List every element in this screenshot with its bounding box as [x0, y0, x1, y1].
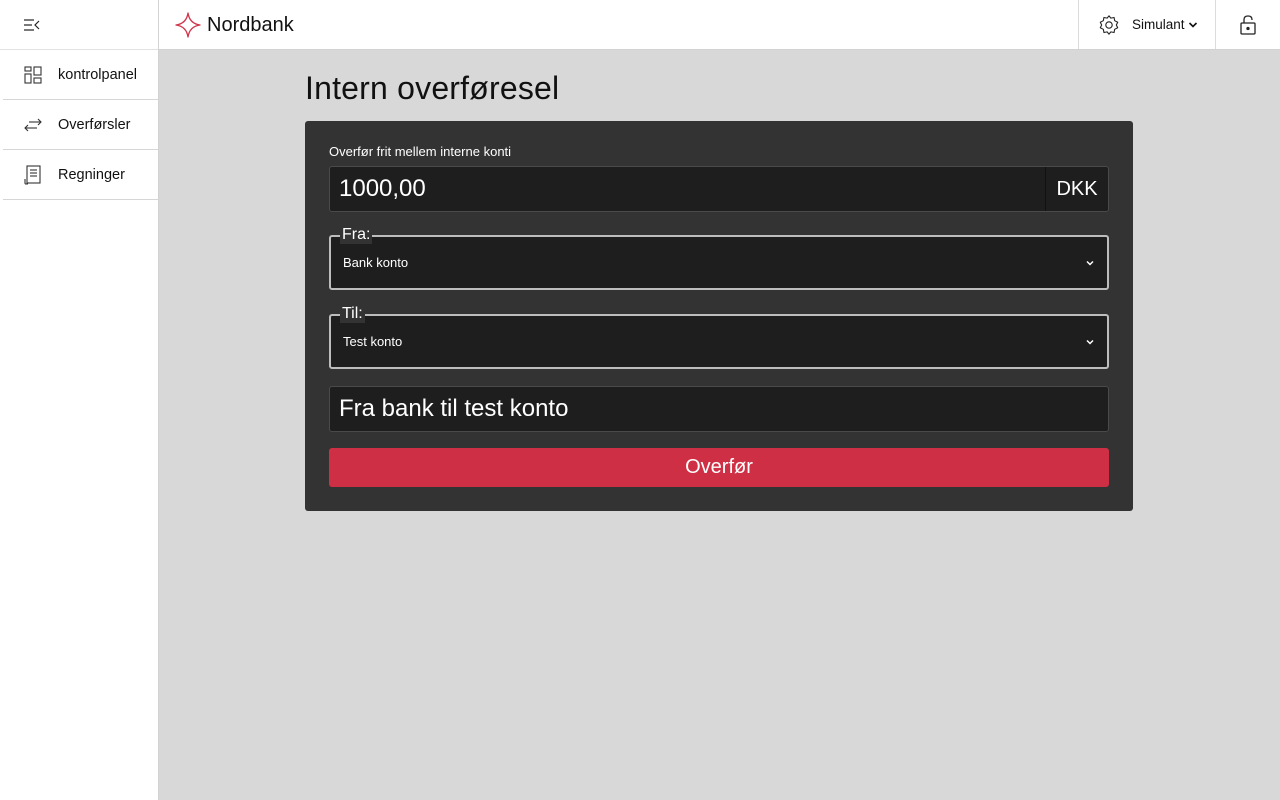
- note-field: [329, 386, 1109, 432]
- user-menu-button[interactable]: Simulant: [1078, 0, 1215, 49]
- gear-icon: [1099, 14, 1119, 35]
- sidebar-item-label: Regninger: [58, 166, 125, 183]
- chevron-down-icon: [1188, 21, 1197, 28]
- user-name: Simulant: [1132, 17, 1185, 32]
- chevron-down-icon: [1086, 339, 1094, 345]
- dashboard-grid-icon: [23, 65, 43, 85]
- sidebar-item-label: Overførsler: [58, 116, 131, 133]
- sidebar: kontrolpanel Overførsler Regninger: [0, 0, 159, 800]
- transfer-arrows-icon: [23, 115, 43, 135]
- receipt-icon: [23, 164, 43, 185]
- collapse-menu-icon: [24, 18, 40, 31]
- transfer-form-panel: Overfør frit mellem interne konti DKK Fr…: [305, 121, 1133, 511]
- amount-input[interactable]: [330, 167, 1045, 211]
- brand[interactable]: Nordbank: [175, 0, 294, 50]
- sidebar-item-overforsler[interactable]: Overførsler: [3, 100, 158, 150]
- amount-field: DKK: [329, 166, 1109, 212]
- sidebar-item-regninger[interactable]: Regninger: [3, 150, 158, 200]
- top-header: Nordbank Simulant: [159, 0, 1280, 50]
- sidebar-item-kontrolpanel[interactable]: kontrolpanel: [3, 50, 158, 100]
- sidebar-toggle-button[interactable]: [0, 0, 158, 50]
- from-selected-value: Bank konto: [343, 255, 409, 270]
- chevron-down-icon: [1086, 260, 1094, 266]
- lock-button[interactable]: [1215, 0, 1280, 49]
- note-input[interactable]: [330, 387, 1108, 431]
- sparkle-star-icon: [175, 12, 201, 38]
- currency-label: DKK: [1045, 167, 1108, 211]
- lock-icon: [1240, 14, 1256, 35]
- brand-name: Nordbank: [207, 13, 294, 36]
- form-description: Overfør frit mellem interne konti: [329, 144, 512, 159]
- sidebar-item-label: kontrolpanel: [58, 66, 137, 83]
- page-title: Intern overføresel: [305, 70, 560, 106]
- to-selected-value: Test konto: [343, 334, 403, 349]
- from-account-select[interactable]: Fra: Bank konto: [329, 226, 1109, 290]
- to-account-select[interactable]: Til: Test konto: [329, 305, 1109, 369]
- transfer-submit-button[interactable]: Overfør: [329, 448, 1109, 487]
